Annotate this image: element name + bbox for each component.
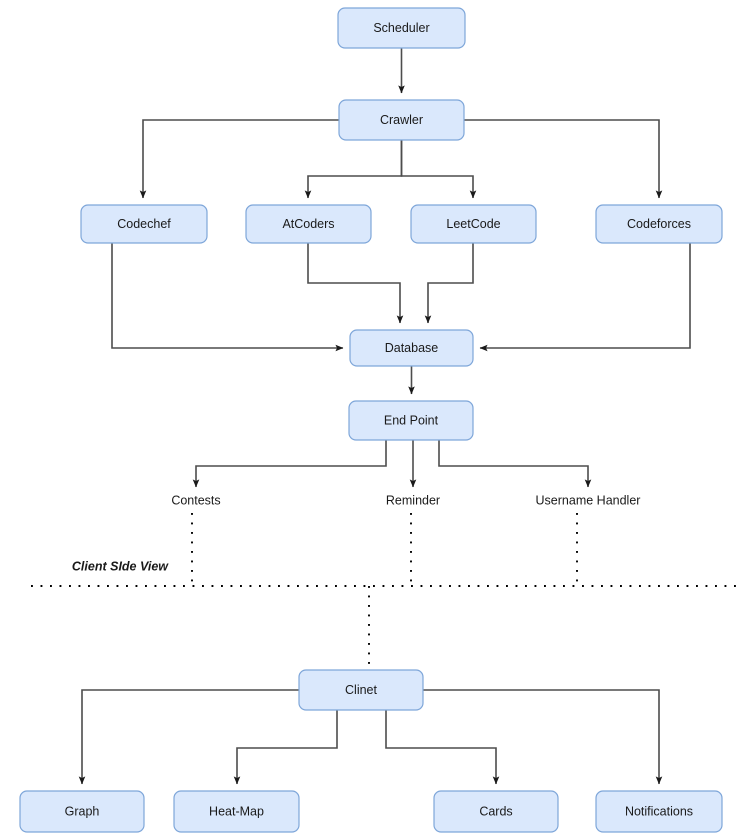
- node-label-atcoders: AtCoders: [282, 217, 334, 231]
- node-crawler[interactable]: Crawler: [338, 99, 465, 141]
- plain-label-reminder: Reminder: [386, 493, 440, 507]
- node-label-scheduler: Scheduler: [373, 21, 429, 35]
- plain-label-username-handler: Username Handler: [536, 493, 641, 507]
- node-atcoders[interactable]: AtCoders: [245, 204, 372, 244]
- dotted-connectors-layer: [191, 513, 578, 670]
- edge-crawler-to-leetcode: [400, 140, 477, 199]
- node-codeforces[interactable]: Codeforces: [595, 204, 723, 244]
- node-label-crawler: Crawler: [380, 113, 423, 127]
- node-label-codechef: Codechef: [117, 217, 171, 231]
- node-heatmap[interactable]: Heat-Map: [173, 790, 300, 833]
- node-endpoint[interactable]: End Point: [348, 400, 474, 441]
- node-cards[interactable]: Cards: [433, 790, 559, 833]
- node-label-clinet: Clinet: [345, 683, 377, 697]
- edge-leetcode-to-database: [424, 243, 474, 324]
- node-label-leetcode: LeetCode: [446, 217, 500, 231]
- edge-clinet-to-notifications: [423, 689, 663, 785]
- node-leetcode[interactable]: LeetCode: [410, 204, 537, 244]
- node-database[interactable]: Database: [349, 329, 474, 367]
- edge-clinet-to-cards: [385, 710, 500, 785]
- edge-clinet-to-heatmap: [233, 710, 338, 785]
- node-clinet[interactable]: Clinet: [298, 669, 424, 711]
- node-codechef[interactable]: Codechef: [80, 204, 208, 244]
- node-label-database: Database: [385, 341, 439, 355]
- edge-atcoders-to-database: [307, 243, 404, 324]
- plain-labels-layer: Contests Reminder Username Handler: [171, 493, 640, 507]
- edge-crawler-to-codeforces: [464, 119, 663, 199]
- node-label-graph: Graph: [65, 804, 100, 818]
- node-graph[interactable]: Graph: [19, 790, 145, 833]
- plain-label-contests: Contests: [171, 493, 220, 507]
- edge-endpoint-to-contests: [192, 440, 387, 488]
- section-label-layer: Client SIde View: [72, 559, 169, 573]
- edge-clinet-to-graph: [78, 689, 299, 785]
- edge-endpoint-to-username: [438, 440, 592, 488]
- node-label-cards: Cards: [479, 804, 512, 818]
- diagram-canvas: Scheduler Crawler Codechef AtCoders LeetCode…: [19, 7, 739, 833]
- nodes-layer: Scheduler Crawler Codechef AtCoders LeetCode…: [19, 7, 723, 833]
- node-label-heatmap: Heat-Map: [209, 804, 264, 818]
- node-label-notifications: Notifications: [625, 804, 693, 818]
- node-label-endpoint: End Point: [384, 413, 439, 427]
- edge-crawler-to-codechef: [139, 119, 339, 199]
- node-label-codeforces: Codeforces: [627, 217, 691, 231]
- architecture-diagram: Scheduler Crawler Codechef AtCoders LeetCode…: [0, 0, 739, 838]
- edge-crawler-to-atcoders: [304, 140, 403, 199]
- node-scheduler[interactable]: Scheduler: [337, 7, 466, 49]
- node-notifications[interactable]: Notifications: [595, 790, 723, 833]
- edge-codeforces-to-database: [479, 243, 691, 352]
- client-side-view-label: Client SIde View: [72, 559, 169, 573]
